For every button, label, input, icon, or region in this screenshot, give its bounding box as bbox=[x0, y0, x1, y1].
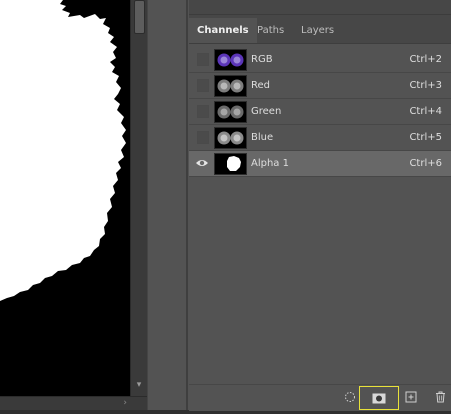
channel-name: Alpha 1 bbox=[251, 158, 289, 169]
channel-row-red[interactable]: Red Ctrl+3 bbox=[189, 73, 451, 99]
alpha-mask-image bbox=[0, 0, 130, 396]
new-channel-icon[interactable] bbox=[400, 387, 422, 407]
channel-shortcut: Ctrl+6 bbox=[409, 158, 442, 169]
channel-name: Red bbox=[251, 80, 270, 91]
tab-paths[interactable]: Paths bbox=[249, 18, 292, 43]
chevron-right-icon[interactable]: › bbox=[123, 398, 127, 408]
tab-layers[interactable]: Layers bbox=[293, 18, 342, 43]
channel-thumbnail bbox=[214, 75, 247, 97]
channels-panel: Channels Paths Layers RGB Ctrl+2 Red Ctr… bbox=[189, 0, 451, 411]
channel-shortcut: Ctrl+4 bbox=[409, 106, 442, 117]
panel-tabbar: Channels Paths Layers bbox=[189, 15, 451, 44]
visibility-toggle[interactable] bbox=[197, 79, 209, 92]
visibility-toggle[interactable] bbox=[197, 131, 209, 144]
panel-divider[interactable] bbox=[186, 0, 188, 410]
channel-shortcut: Ctrl+3 bbox=[409, 80, 442, 91]
channel-row-alpha-1[interactable]: Alpha 1 Ctrl+6 bbox=[189, 151, 451, 177]
visibility-toggle[interactable] bbox=[197, 53, 209, 66]
vertical-scrollbar[interactable]: ▾ bbox=[130, 0, 147, 396]
eye-icon[interactable] bbox=[195, 157, 209, 169]
save-selection-as-channel-icon[interactable] bbox=[359, 386, 399, 410]
channel-name: RGB bbox=[251, 54, 273, 65]
channel-name: Green bbox=[251, 106, 282, 117]
channels-footer-toolbar bbox=[189, 384, 451, 411]
channel-row-rgb[interactable]: RGB Ctrl+2 bbox=[189, 47, 451, 73]
channel-list: RGB Ctrl+2 Red Ctrl+3 Green Ctrl+4 Blue … bbox=[189, 47, 451, 177]
visibility-toggle[interactable] bbox=[197, 105, 209, 118]
channel-thumbnail bbox=[214, 127, 247, 149]
tab-channels[interactable]: Channels bbox=[189, 18, 257, 43]
channel-shortcut: Ctrl+5 bbox=[409, 132, 442, 143]
load-channel-as-selection-icon[interactable] bbox=[339, 387, 361, 407]
channel-thumbnail bbox=[214, 153, 247, 175]
channel-row-green[interactable]: Green Ctrl+4 bbox=[189, 99, 451, 125]
channel-thumbnail bbox=[214, 49, 247, 71]
scrollbar-thumb[interactable] bbox=[134, 0, 145, 34]
channel-thumbnail bbox=[214, 101, 247, 123]
horizontal-scrollbar[interactable]: › bbox=[0, 396, 147, 411]
channel-name: Blue bbox=[251, 132, 274, 143]
panel-header-strip bbox=[189, 0, 451, 15]
channel-row-blue[interactable]: Blue Ctrl+5 bbox=[189, 125, 451, 151]
document-canvas[interactable] bbox=[0, 0, 130, 396]
chevron-down-icon[interactable]: ▾ bbox=[134, 380, 144, 390]
channel-shortcut: Ctrl+2 bbox=[409, 54, 442, 65]
panel-dock-gutter bbox=[147, 0, 188, 410]
trash-icon[interactable] bbox=[429, 387, 451, 407]
